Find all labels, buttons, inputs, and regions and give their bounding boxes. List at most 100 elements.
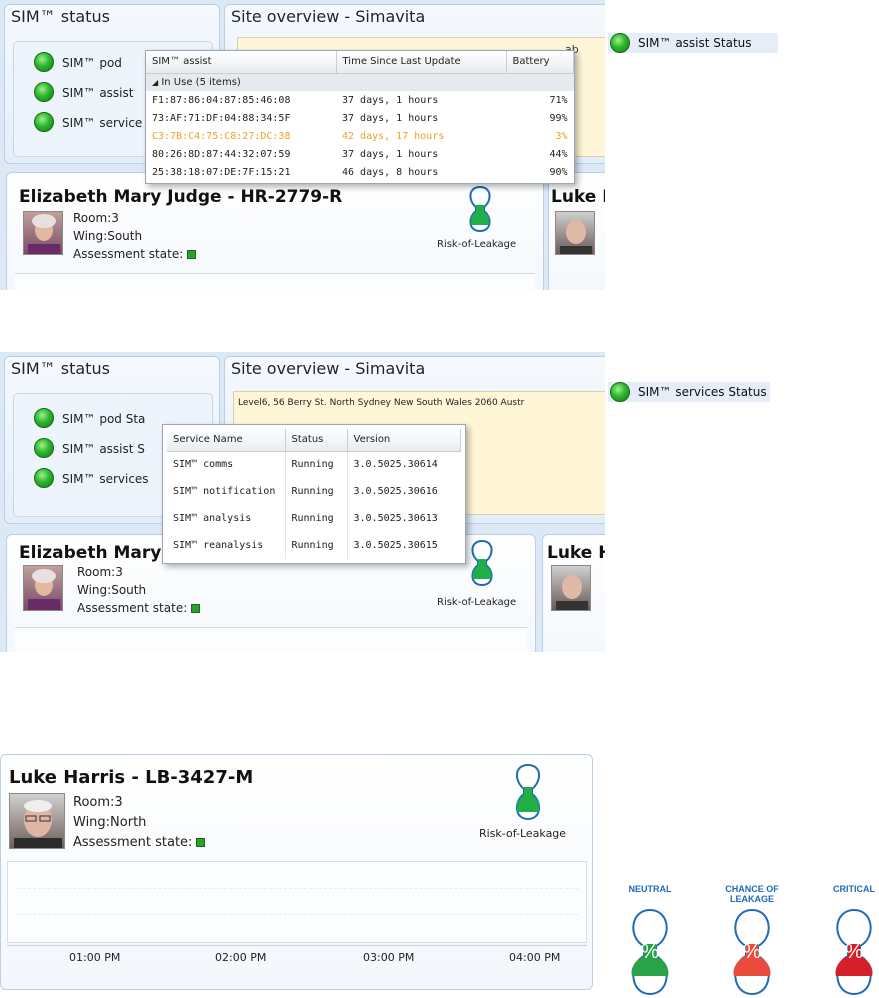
- sim-assist-table: SIM™ assist Time Since Last Update Batte…: [146, 51, 574, 181]
- assessment-state-icon: [191, 604, 201, 613]
- cell-version: 3.0.5025.30614: [353, 459, 438, 471]
- assessment-label: Assessment state:: [73, 835, 193, 850]
- cell-time: 42 days, 17 hours: [342, 130, 445, 142]
- col-version[interactable]: Version: [347, 429, 461, 452]
- status-ok-icon: [610, 382, 630, 402]
- group-row[interactable]: ◢ In Use (5 items): [146, 73, 574, 91]
- status-ok-icon: [34, 438, 54, 458]
- patient-name: Luke H: [547, 543, 605, 563]
- cell-version: 3.0.5025.30616: [353, 486, 438, 497]
- indicator-label-neutral: NEUTRAL: [628, 884, 672, 894]
- patient-name: Luke H: [551, 187, 605, 207]
- patient-wing: Wing:North: [73, 815, 147, 830]
- table-row[interactable]: 73:AF:71:DF:04:88:34:5F 37 days, 1 hours 9…: [146, 109, 574, 127]
- cell-id: 25:38:18:07:DE:7F:15:21: [152, 166, 291, 178]
- neutral-percent: %: [641, 941, 659, 963]
- status-item-pod[interactable]: SIM™ pod: [62, 56, 142, 70]
- patient-card[interactable]: Elizabeth Mary Judge - HR-2779-R Room:3 …: [6, 172, 544, 290]
- patient-photo: [23, 565, 63, 611]
- grid-line: [18, 914, 578, 915]
- table-row[interactable]: 25:38:18:07:DE:7F:15:21 46 days, 8 hours 9…: [146, 163, 574, 181]
- col-time-since-update[interactable]: Time Since Last Update: [336, 51, 507, 74]
- legend-sim-services: SIM™ services Status: [608, 382, 770, 402]
- cell-time: 37 days, 1 hours: [342, 94, 439, 106]
- status-item-services[interactable]: SIM™ services: [62, 472, 172, 486]
- cell-status: Running: [285, 532, 348, 559]
- col-battery[interactable]: Battery: [506, 51, 574, 74]
- status-item-assist[interactable]: SIM™ assist S: [62, 442, 172, 456]
- col-sim-assist[interactable]: SIM™ assist: [146, 51, 337, 74]
- status-item-pod[interactable]: SIM™ pod Sta: [62, 412, 172, 426]
- screenshot-1: SIM™ status SIM™ pod SIM™ assist SIM™ se…: [0, 0, 605, 290]
- status-ok-icon: [34, 408, 54, 428]
- critical-percent: %: [845, 941, 863, 963]
- cell-status: Running: [285, 451, 348, 478]
- cell-version: 3.0.5025.30613: [353, 513, 438, 524]
- indicator-label-critical: CRITICAL: [833, 884, 875, 894]
- status-ok-icon: [34, 112, 54, 132]
- risk-label: Risk-of-Leakage: [437, 597, 517, 608]
- cell-id: 73:AF:71:DF:04:88:34:5F: [152, 112, 291, 124]
- risk-label: Risk-of-Leakage: [479, 827, 567, 840]
- time-tick: 03:00 PM: [363, 951, 415, 964]
- legend-label: SIM™ services Status: [638, 385, 767, 399]
- patient-card-2[interactable]: Luke H: [548, 172, 605, 290]
- status-ok-icon: [610, 33, 630, 53]
- risk-of-leakage-icon: [511, 763, 545, 824]
- grid-line: [18, 888, 578, 889]
- patient-name: Elizabeth Mary Judge - HR-2779-R: [19, 187, 343, 207]
- cell-time: 46 days, 8 hours: [342, 166, 439, 178]
- cell-id: F1:87:86:04:87:85:46:08: [152, 94, 291, 106]
- chart-area: [7, 861, 587, 943]
- patient-name: Elizabeth Mary .: [19, 543, 174, 563]
- cell-battery: 71%: [549, 94, 568, 106]
- cell-time: 37 days, 1 hours: [342, 148, 439, 160]
- patient-photo: [9, 793, 65, 849]
- collapse-icon[interactable]: ◢: [152, 78, 158, 87]
- table-row-warning[interactable]: C3:7B:C4:75:C8:27:DC:38 42 days, 17 hours…: [146, 127, 574, 145]
- cell-battery: 3%: [555, 130, 568, 142]
- cell-version: 3.0.5025.30615: [353, 540, 438, 551]
- indicator-label-chance: CHANCE OF LEAKAGE: [725, 884, 779, 904]
- site-overview-title: Site overview - Simavita: [231, 7, 426, 26]
- patient-assessment: Assessment state:: [77, 601, 201, 615]
- table-row[interactable]: SIM™ comms Running 3.0.5025.30614: [167, 451, 461, 478]
- patient-photo: [555, 211, 595, 255]
- legend-sim-assist: SIM™ assist Status: [608, 33, 778, 53]
- cell-service: SIM™ notification: [167, 478, 286, 505]
- assessment-label: Assessment state:: [77, 601, 188, 615]
- patient-room: Room:3: [73, 795, 123, 810]
- sim-assist-popup: SIM™ assist Time Since Last Update Batte…: [145, 50, 575, 184]
- patient-room: Room:3: [73, 211, 119, 225]
- sim-status-title: SIM™ status: [11, 359, 110, 378]
- time-tick: 02:00 PM: [215, 951, 267, 964]
- sim-status-title: SIM™ status: [11, 7, 110, 26]
- risk-of-leakage-icon: [465, 185, 495, 236]
- table-row[interactable]: SIM™ analysis Running 3.0.5025.30613: [167, 505, 461, 532]
- status-ok-icon: [34, 468, 54, 488]
- table-row[interactable]: F1:87:86:04:87:85:46:08 37 days, 1 hours 7…: [146, 91, 574, 109]
- cell-service: SIM™ reanalysis: [167, 532, 286, 559]
- time-tick: 01:00 PM: [69, 951, 121, 964]
- col-service-name[interactable]: Service Name: [167, 429, 286, 452]
- assessment-state-icon: [196, 838, 206, 847]
- status-item-services[interactable]: SIM™ services: [62, 116, 142, 130]
- patient-assessment: Assessment state:: [73, 247, 197, 261]
- time-axis: 01:00 PM 02:00 PM 03:00 PM 04:00 PM: [7, 945, 587, 967]
- site-overview-title: Site overview - Simavita: [231, 359, 426, 378]
- col-status[interactable]: Status: [285, 429, 348, 452]
- sim-services-table: Service Name Status Version SIM™ comms Ru…: [167, 429, 461, 559]
- patient-assessment: Assessment state:: [73, 835, 206, 850]
- patient-card-2[interactable]: Luke H: [542, 534, 605, 652]
- status-item-assist[interactable]: SIM™ assist: [62, 86, 142, 100]
- patient-card-luke-harris[interactable]: Luke Harris - LB-3427-M Room:3 Wing:Nort…: [0, 754, 593, 990]
- cell-time: 37 days, 1 hours: [342, 112, 439, 124]
- table-row[interactable]: 80:26:8D:87:44:32:07:59 37 days, 1 hours 4…: [146, 145, 574, 163]
- table-row[interactable]: SIM™ reanalysis Running 3.0.5025.30615: [167, 532, 461, 559]
- cell-id: C3:7B:C4:75:C8:27:DC:38: [152, 130, 291, 142]
- cell-id: 80:26:8D:87:44:32:07:59: [152, 148, 291, 160]
- status-ok-icon: [34, 52, 54, 72]
- patient-wing: Wing:South: [77, 583, 147, 597]
- patient-photo: [23, 211, 63, 255]
- table-row[interactable]: SIM™ notification Running 3.0.5025.30616: [167, 478, 461, 505]
